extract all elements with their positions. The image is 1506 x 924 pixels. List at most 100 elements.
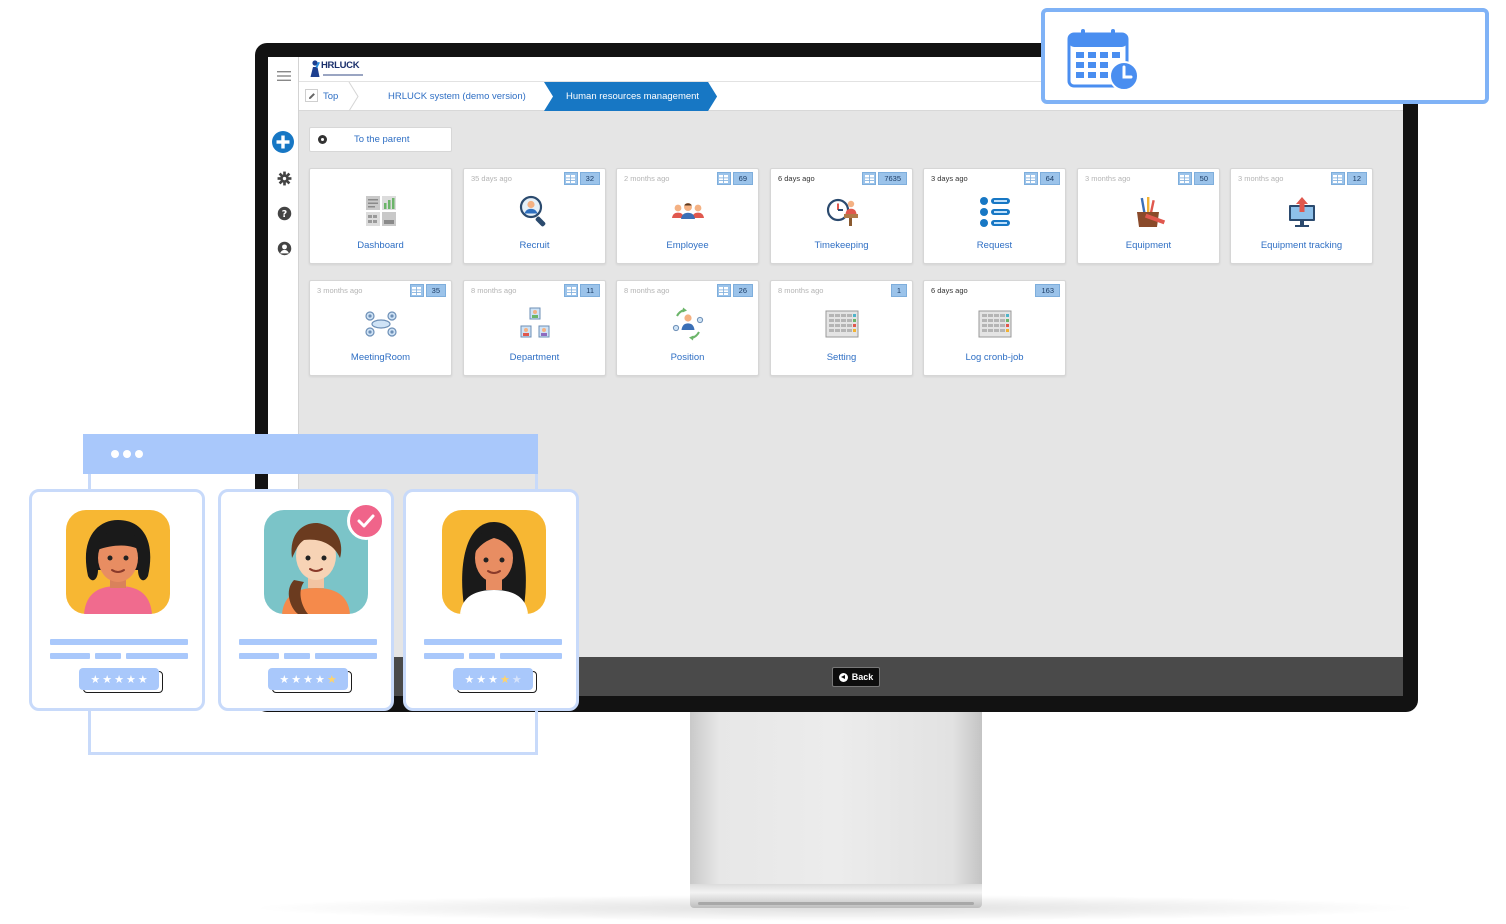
back-arrow-icon <box>838 672 848 682</box>
text-placeholder <box>284 653 310 659</box>
tile-request[interactable]: 3 days ago 64 Request <box>923 168 1066 264</box>
star-icon: ★ <box>488 672 498 686</box>
star-icon: ★ <box>291 672 302 686</box>
parent-icon <box>318 135 327 144</box>
tile-label: MeetingRoom <box>350 352 411 363</box>
woman-long-hair-avatar <box>442 510 546 614</box>
tile-setting[interactable]: 8 months ago 1 Setting <box>770 280 913 376</box>
equipment-tracking-icon <box>1288 197 1315 227</box>
profile-card[interactable]: ★ ★ ★ ★ ★ <box>403 489 579 711</box>
table-icon <box>563 172 578 185</box>
star-icon: ★ <box>464 672 475 686</box>
star-icon: ★ <box>125 672 136 686</box>
profiles-window-header <box>83 434 538 474</box>
tile-time: 35 days ago <box>471 174 512 183</box>
tile-meeting-room[interactable]: 3 months ago 35 MeetingRoom <box>309 280 452 376</box>
tile-time: 8 months ago <box>624 286 670 295</box>
add-icon[interactable] <box>270 129 296 155</box>
back-label: Back <box>851 672 874 682</box>
star-icon: ★ <box>326 672 337 686</box>
text-placeholder <box>50 653 90 659</box>
breadcrumb-system[interactable]: HRLUCK system (demo version) <box>388 82 526 111</box>
count-value: 32 <box>579 172 600 185</box>
tile-employee[interactable]: 2 months ago 69 Employee <box>616 168 759 264</box>
tile-time: 3 days ago <box>931 174 968 183</box>
tile-recruit[interactable]: 35 days ago 32 Recruit <box>463 168 606 264</box>
tile-time: 3 months ago <box>1238 174 1284 183</box>
help-icon[interactable]: ? <box>273 202 295 224</box>
tile-department[interactable]: 8 months ago 11 Department <box>463 280 606 376</box>
log-icon <box>978 310 1011 338</box>
calendar-card <box>1041 8 1489 104</box>
logo-text: HRLUCK <box>321 60 360 71</box>
tile-label: Log cronb-job <box>965 352 1024 363</box>
tile-timekeeping[interactable]: 6 days ago 7635 Timekeeping <box>770 168 913 264</box>
star-rating: ★ ★ ★ ★ ★ <box>453 668 537 693</box>
tile-time: 3 months ago <box>317 286 363 295</box>
count-badge: 26 <box>716 284 753 297</box>
table-icon <box>564 284 579 297</box>
woman-short-hair-avatar <box>66 510 170 614</box>
profile-card[interactable]: ★ ★ ★ ★ ★ <box>29 489 205 711</box>
equipment-icon <box>1136 197 1165 227</box>
count-value: 7635 <box>878 172 907 185</box>
to-parent-button[interactable]: To the parent <box>309 127 452 152</box>
tile-label: Employee <box>666 240 709 251</box>
text-placeholder <box>95 653 121 659</box>
user-icon[interactable] <box>273 237 295 259</box>
gear-icon[interactable] <box>273 167 295 189</box>
edit-icon[interactable] <box>305 89 318 102</box>
tile-label: Equipment tracking <box>1260 240 1343 251</box>
calendar-clock-icon <box>1067 29 1139 91</box>
count-value: 163 <box>1035 284 1060 297</box>
text-placeholder <box>469 653 495 659</box>
tile-dashboard[interactable]: Dashboard <box>309 168 452 264</box>
profile-card-selected[interactable]: ★ ★ ★ ★ ★ <box>218 489 394 711</box>
star-icon: ★ <box>314 672 325 686</box>
count-badge: 69 <box>716 172 753 185</box>
tile-position[interactable]: 8 months ago 26 Position <box>616 280 759 376</box>
star-rating: ★ ★ ★ ★ ★ <box>79 668 163 693</box>
back-button[interactable]: Back <box>832 667 880 687</box>
department-icon <box>520 307 549 338</box>
star-icon: ★ <box>114 672 124 686</box>
selected-check-icon <box>347 502 385 540</box>
monitor-stand-foot <box>690 884 982 908</box>
request-icon <box>979 197 1010 227</box>
text-placeholder <box>424 653 464 659</box>
position-icon <box>672 307 703 341</box>
star-icon: ★ <box>303 672 313 686</box>
employee-icon <box>671 203 704 219</box>
svg-text:?: ? <box>281 208 286 219</box>
tile-label: Department <box>509 352 560 363</box>
tile-equipment[interactable]: 3 months ago 50 Equipment <box>1077 168 1220 264</box>
table-icon <box>409 284 424 297</box>
menu-icon[interactable] <box>273 65 295 87</box>
breadcrumb-hr-management[interactable]: Human resources management <box>544 82 717 111</box>
text-placeholder <box>500 653 562 659</box>
recruit-icon <box>519 195 545 227</box>
tile-equipment-tracking[interactable]: 3 months ago 12 Equipment tracking <box>1230 168 1373 264</box>
count-badge: 50 <box>1177 172 1214 185</box>
monitor-stand <box>690 710 982 888</box>
star-icon: ★ <box>102 672 113 686</box>
window-dots-icon <box>111 450 143 458</box>
count-badge: 163 <box>1035 284 1060 297</box>
tile-label: Recruit <box>519 240 550 251</box>
star-icon: ★ <box>137 672 148 686</box>
tile-time: 6 days ago <box>778 174 815 183</box>
dashboard-icon <box>365 196 396 226</box>
logo-figure-icon <box>310 60 320 77</box>
count-badge: 12 <box>1330 172 1367 185</box>
breadcrumb-top[interactable]: Top <box>323 82 338 111</box>
timekeeping-icon <box>826 198 858 226</box>
tile-log-cronjob[interactable]: 6 days ago 163 Log cronb-job <box>923 280 1066 376</box>
count-badge: 11 <box>564 284 600 297</box>
app-logo[interactable]: HRLUCK <box>309 60 363 78</box>
tile-label: Equipment <box>1125 240 1172 251</box>
table-icon <box>716 284 731 297</box>
tile-time: 8 months ago <box>471 286 517 295</box>
text-placeholder <box>126 653 188 659</box>
tile-time: 3 months ago <box>1085 174 1131 183</box>
tile-label: Position <box>670 352 705 363</box>
